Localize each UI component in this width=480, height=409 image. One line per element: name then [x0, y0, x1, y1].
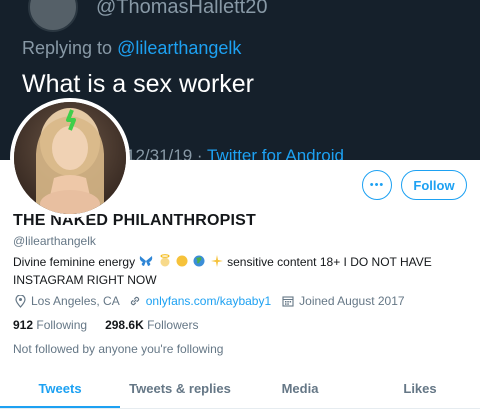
location-pin-icon [13, 294, 27, 308]
followers-label: Followers [143, 318, 199, 332]
link-icon [128, 294, 142, 308]
replying-to-mention[interactable]: @lilearthangelk [117, 38, 241, 58]
tab-media[interactable]: Media [240, 370, 360, 408]
tweet-date[interactable]: 12/31/19 · [126, 146, 207, 160]
following-label: Following [33, 318, 88, 332]
profile-location: Los Angeles, CA [31, 294, 120, 308]
tweet-author-handle[interactable]: @ThomasHallett20 [96, 0, 267, 19]
not-followed-notice: Not followed by anyone you're following [13, 342, 224, 356]
bio-text-start: Divine feminine energy [13, 255, 139, 270]
following-count: 912 [13, 318, 34, 332]
tweet-meta: 12/31/19 · Twitter for Android [126, 146, 344, 160]
profile-avatar[interactable] [10, 98, 130, 218]
follow-button[interactable]: Follow [401, 170, 467, 200]
tab-tweets-and-replies[interactable]: Tweets & replies [120, 370, 240, 408]
tab-likes[interactable]: Likes [360, 370, 480, 408]
replying-to-line: Replying to @lilearthangelk [22, 38, 241, 59]
butterfly-emoji-icon [139, 255, 153, 272]
angel-emoji-icon [159, 254, 171, 272]
more-options-button[interactable]: ••• [362, 170, 392, 200]
sun-face-emoji-icon [176, 255, 188, 272]
profile-stats: 912 Following 298.6K Followers [13, 318, 198, 332]
followers-count: 298.6K [105, 318, 144, 332]
calendar-icon [281, 294, 295, 308]
tweet-author-avatar[interactable] [28, 0, 78, 32]
globe-emoji-icon [193, 255, 205, 272]
profile-photo [14, 102, 126, 214]
profile-joined-date: Joined August 2017 [299, 294, 405, 308]
profile-tabs: Tweets Tweets & replies Media Likes [0, 370, 480, 409]
profile-meta-row: Los Angeles, CA onlyfans.com/kaybaby1 Jo… [13, 294, 413, 308]
tweet-source[interactable]: Twitter for Android [207, 146, 344, 160]
tab-tweets[interactable]: Tweets [0, 370, 120, 408]
sparkles-emoji-icon [210, 254, 223, 272]
profile-handle: @lilearthangelk [13, 234, 96, 248]
following-stat[interactable]: 912 Following [13, 318, 87, 332]
followers-stat[interactable]: 298.6K Followers [105, 318, 198, 332]
profile-bio: Divine feminine energy sensitive content… [13, 254, 468, 288]
tweet-text: What is a sex worker [22, 70, 255, 98]
profile-website-link[interactable]: onlyfans.com/kaybaby1 [146, 294, 271, 308]
replying-to-prefix: Replying to [22, 38, 118, 58]
